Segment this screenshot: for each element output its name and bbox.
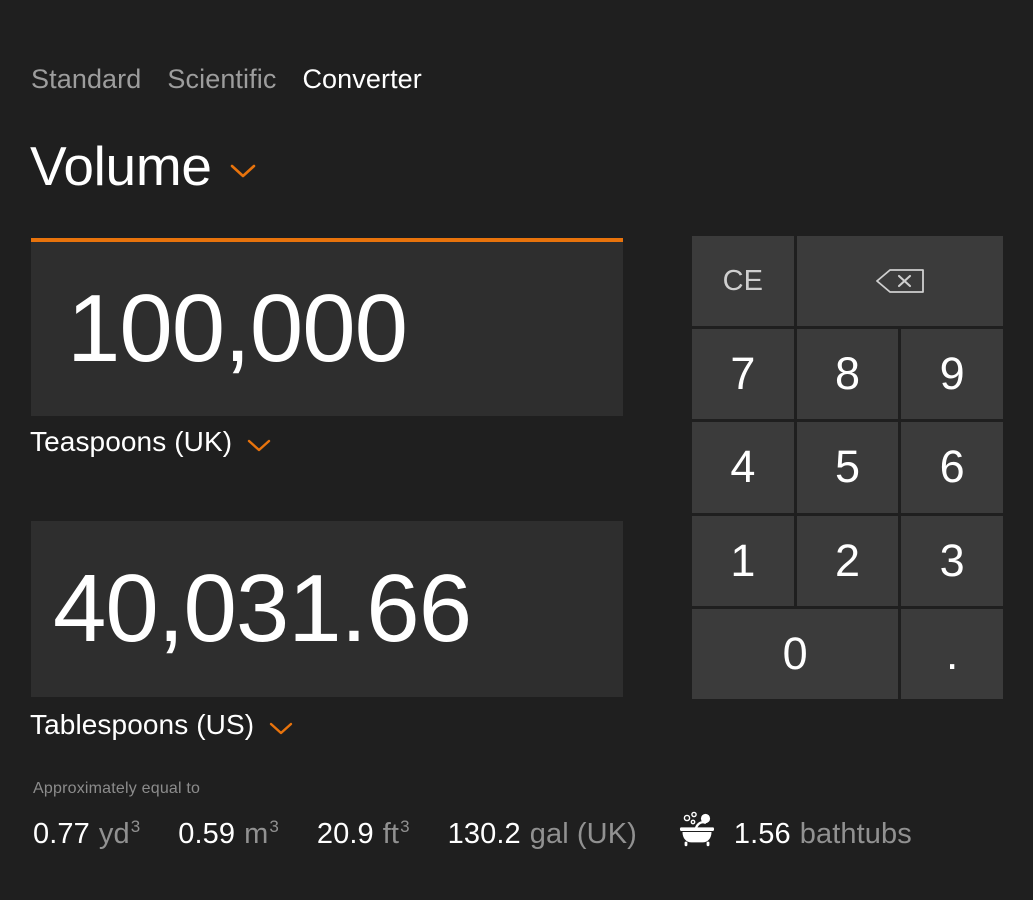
output-value-panel[interactable]: 40,031.66 [31, 521, 623, 697]
chevron-down-icon [246, 438, 272, 453]
output-value: 40,031.66 [53, 555, 472, 662]
supplementary-results: Approximately equal to 0.77 yd3 0.59 m3 … [33, 780, 913, 851]
backspace-icon [873, 267, 927, 295]
supplementary-value: 130.2 [447, 818, 521, 850]
supplementary-item: 130.2 gal (UK) [448, 818, 638, 851]
supplementary-item: 0.59 m3 [178, 818, 279, 851]
page-title: Volume [30, 135, 212, 197]
chevron-down-icon [268, 721, 294, 736]
supplementary-item: 20.9 ft3 [317, 818, 410, 851]
supplementary-value: 1.56 [733, 818, 791, 850]
supplementary-unit: bathtubs [799, 818, 912, 850]
digit-6-button[interactable]: 6 [901, 422, 1003, 513]
category-selector[interactable]: Volume [30, 134, 258, 198]
supplementary-value: 20.9 [316, 818, 374, 850]
digit-9-button[interactable]: 9 [901, 329, 1003, 420]
digit-4-button[interactable]: 4 [692, 422, 794, 513]
input-value-panel[interactable]: 100,000 [31, 238, 623, 416]
chevron-down-icon [228, 162, 258, 180]
backspace-button[interactable] [796, 236, 1003, 327]
supplementary-unit: yd3 [98, 817, 141, 850]
supplementary-unit: m3 [244, 817, 279, 850]
decimal-point-button[interactable]: . [901, 608, 1003, 699]
output-unit-selector[interactable]: Tablespoons (US) [30, 709, 294, 741]
digit-3-button[interactable]: 3 [901, 515, 1003, 606]
digit-0-button[interactable]: 0 [692, 608, 899, 699]
mode-tabs: Standard Scientific Converter [31, 64, 448, 95]
numeric-keypad: CE 7 8 9 4 5 6 1 2 3 0 . [692, 236, 1003, 699]
supplementary-unit: gal (UK) [529, 818, 637, 850]
digit-2-button[interactable]: 2 [796, 515, 899, 606]
output-unit-label: Tablespoons (US) [30, 709, 255, 740]
digit-8-button[interactable]: 8 [796, 329, 899, 420]
bathtub-icon [676, 811, 720, 847]
input-unit-selector[interactable]: Teaspoons (UK) [30, 426, 272, 458]
supplementary-value: 0.59 [178, 818, 236, 850]
supplementary-row: 0.77 yd3 0.59 m3 20.9 ft3 130.2 gal (UK) [33, 807, 913, 851]
input-unit-label: Teaspoons (UK) [30, 426, 233, 457]
tab-converter[interactable]: Converter [302, 64, 421, 95]
supplementary-item: 1.56 bathtubs [676, 807, 913, 851]
tab-standard[interactable]: Standard [31, 64, 141, 95]
supplementary-unit: ft3 [382, 817, 410, 850]
tab-scientific[interactable]: Scientific [167, 64, 276, 95]
calculator-window: Standard Scientific Converter Volume 100… [0, 0, 1033, 900]
supplementary-title: Approximately equal to [33, 780, 201, 797]
supplementary-value: 0.77 [33, 818, 90, 850]
clear-entry-button[interactable]: CE [692, 236, 794, 327]
digit-1-button[interactable]: 1 [692, 515, 794, 606]
input-value: 100,000 [67, 275, 408, 382]
digit-7-button[interactable]: 7 [692, 329, 794, 420]
digit-5-button[interactable]: 5 [796, 422, 899, 513]
supplementary-item: 0.77 yd3 [33, 818, 140, 851]
